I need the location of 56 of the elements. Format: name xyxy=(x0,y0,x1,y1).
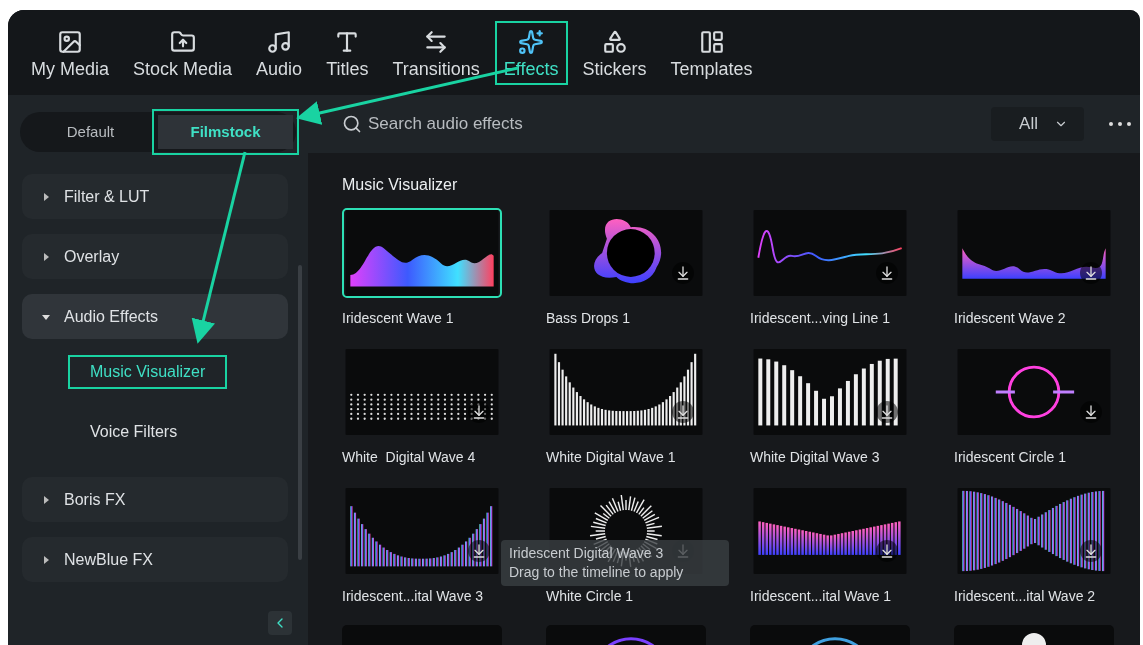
category-item[interactable]: Overlay xyxy=(22,234,288,279)
effect-name: Iridescent Wave 1 xyxy=(342,309,455,327)
caret-right-icon xyxy=(42,495,50,504)
toolbar-tab[interactable]: Titles xyxy=(317,21,378,85)
toolbar-tab[interactable]: Effects xyxy=(494,21,568,85)
effect-name: Iridescent Wave 2 xyxy=(954,309,1067,327)
segment-tab[interactable]: Default xyxy=(23,115,158,149)
search-field[interactable]: Search audio effects xyxy=(368,111,668,137)
download-icon[interactable] xyxy=(675,404,691,420)
toolbar-tab[interactable]: Transitions xyxy=(383,21,489,85)
download-icon[interactable] xyxy=(879,543,895,559)
caret-right-icon xyxy=(42,252,50,261)
search-icon xyxy=(342,114,362,134)
download-icon[interactable] xyxy=(675,265,691,281)
download-icon[interactable] xyxy=(471,543,487,559)
effect-name: White Digital Wave 3 xyxy=(750,448,881,466)
download-icon[interactable] xyxy=(471,404,487,420)
category-item[interactable]: Audio Effects xyxy=(22,294,288,339)
folder-icon xyxy=(169,29,196,55)
caret-right-icon xyxy=(42,192,50,201)
effect-name: White Digital Wave 4 xyxy=(342,448,477,466)
category-item[interactable]: NewBlue FX xyxy=(22,537,288,582)
download-icon[interactable] xyxy=(1083,404,1099,420)
effect-name: White Digital Wave 1 xyxy=(546,448,677,466)
collapse-button[interactable] xyxy=(268,611,292,635)
toolbar-tab[interactable]: Stickers xyxy=(573,21,656,85)
layout-icon xyxy=(698,29,725,55)
image-icon xyxy=(57,29,83,55)
download-icon[interactable] xyxy=(1083,543,1099,559)
subcategory-item[interactable]: Voice Filters xyxy=(68,415,200,449)
sparkle-icon xyxy=(518,29,545,55)
download-icon[interactable] xyxy=(879,265,895,281)
shapes-icon xyxy=(601,29,628,55)
more-icon xyxy=(1109,122,1131,126)
effect-name: Iridescent...ital Wave 2 xyxy=(954,587,1097,605)
effect-name: Bass Drops 1 xyxy=(546,309,632,327)
toolbar-tab[interactable]: My Media xyxy=(22,21,119,85)
section-title: Music Visualizer xyxy=(342,175,459,195)
effect-name: Iridescent...ving Line 1 xyxy=(750,309,892,327)
category-item[interactable]: Boris FX xyxy=(22,477,288,522)
caret-down-icon xyxy=(42,312,50,321)
effect-name: Iridescent...ital Wave 1 xyxy=(750,587,893,605)
subcategory-item[interactable]: Music Visualizer xyxy=(68,355,228,389)
caret-right-icon xyxy=(42,555,50,564)
download-icon[interactable] xyxy=(879,404,895,420)
filter-dropdown[interactable]: All xyxy=(991,107,1084,141)
category-item[interactable]: Filter & LUT xyxy=(22,174,288,219)
effect-name: Iridescent Circle 1 xyxy=(954,448,1068,466)
download-icon[interactable] xyxy=(1083,265,1099,281)
toolbar-tab[interactable]: Audio xyxy=(247,21,312,85)
music-note-icon xyxy=(266,29,293,55)
effect-name: White Circle 1 xyxy=(546,587,635,605)
effect-name: Iridescent...ital Wave 3 xyxy=(342,587,485,605)
toolbar-tab[interactable]: Templates xyxy=(661,21,762,85)
segment-tab[interactable]: Filmstock xyxy=(158,115,293,149)
toolbar-tab[interactable]: Stock Media xyxy=(124,21,242,85)
